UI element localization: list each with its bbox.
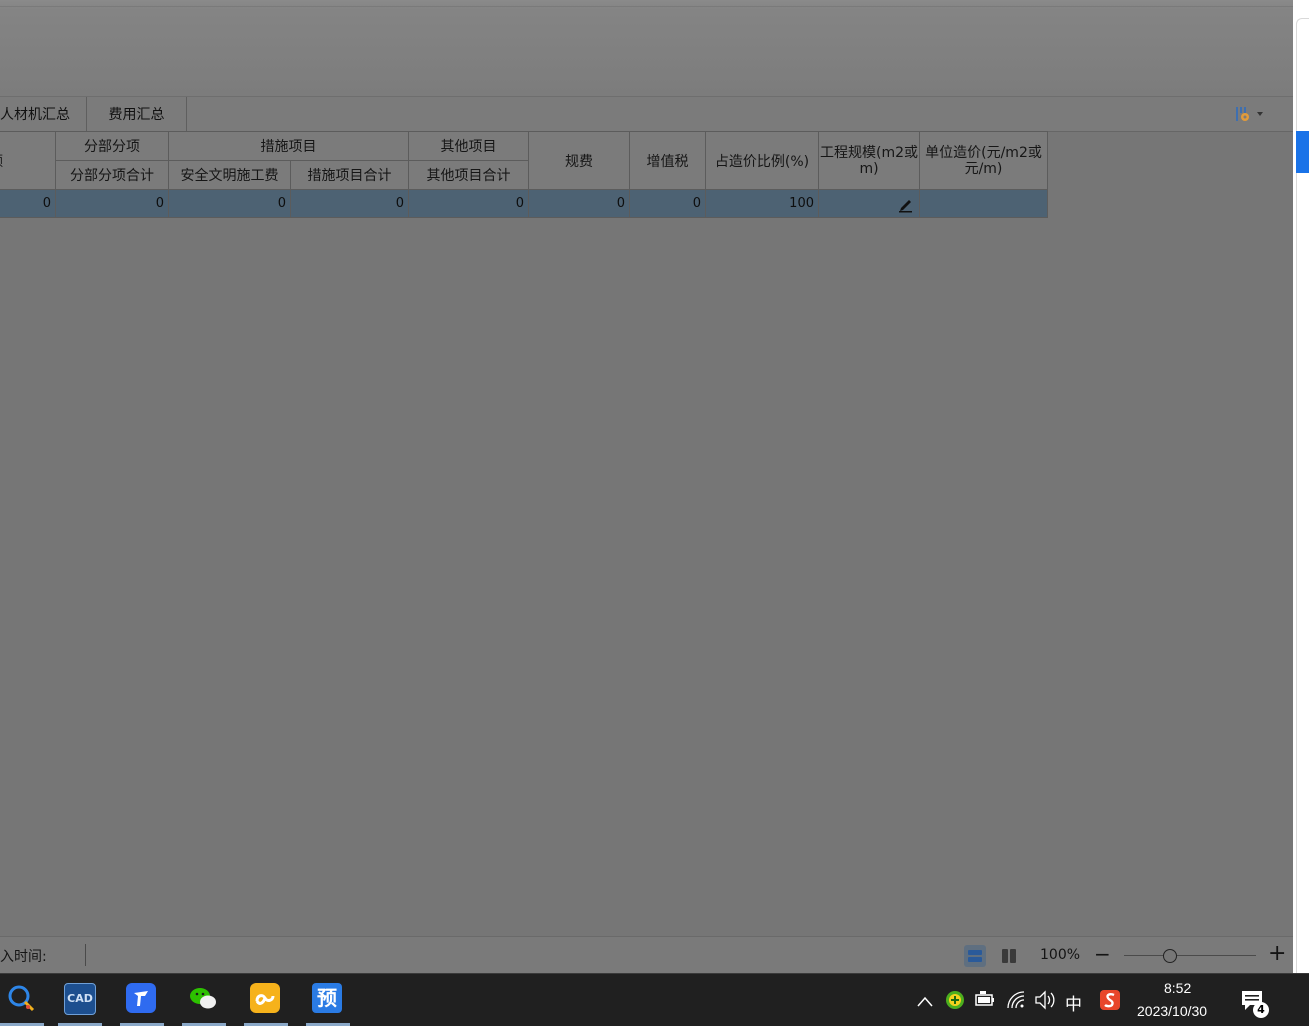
wechat-icon — [190, 988, 216, 1009]
clock-time[interactable]: 8:52 — [1164, 980, 1191, 996]
cell-safety-fee[interactable]: 0 — [168, 189, 291, 218]
yusuan-app-icon: 预 — [312, 983, 342, 1013]
header-unit-cost: 单位造价(元/m2或元/m) — [919, 131, 1048, 190]
cell-vat[interactable]: 0 — [629, 189, 706, 218]
cell-fenbu-total[interactable]: 0 — [55, 189, 169, 218]
header-amount: 额 — [0, 131, 56, 190]
list-view-icon[interactable] — [964, 945, 986, 967]
header-group-fenbu: 分部分项 — [55, 131, 169, 161]
summary-table: 额 分部分项 措施项目 其他项目 规费 增值税 占造价比例(%) 工程规模(m2… — [0, 131, 1048, 218]
tab-rencaiji-summary[interactable]: 人材机汇总 — [0, 97, 87, 131]
cad-app-icon: CAD — [64, 983, 96, 1015]
zoom-out-button[interactable]: − — [1094, 944, 1111, 964]
clock-date[interactable]: 2023/10/30 — [1137, 1003, 1207, 1019]
ribbon-toolbar — [0, 0, 1293, 97]
cell-qita-total[interactable]: 0 — [408, 189, 529, 218]
taskbar-yusuan-app[interactable]: 预 — [306, 974, 350, 1026]
tab-fee-summary[interactable]: 费用汇总 — [87, 97, 187, 131]
sogou-input-icon[interactable] — [1098, 974, 1122, 1026]
table-row[interactable]: 0 0 0 0 0 0 0 100 — [0, 189, 1048, 218]
status-bar: 入时间: 100% − + — [0, 936, 1293, 974]
zoom-in-button[interactable]: + — [1268, 943, 1286, 965]
chevron-up-icon[interactable] — [916, 974, 934, 1026]
column-view-icon[interactable] — [998, 945, 1020, 967]
wifi-icon[interactable] — [1004, 974, 1028, 1026]
accent-tab[interactable] — [1296, 131, 1309, 173]
zoom-slider-thumb[interactable] — [1163, 949, 1177, 963]
zoom-slider-track[interactable] — [1124, 955, 1256, 956]
security-plus-icon[interactable] — [944, 974, 966, 1026]
cell-unit-cost[interactable] — [919, 189, 1048, 218]
ime-indicator[interactable]: 中 — [1065, 990, 1082, 1015]
search-app-icon — [8, 985, 35, 1012]
notification-count-badge: 4 — [1253, 1002, 1269, 1018]
taskbar-cad-app[interactable]: CAD — [58, 974, 102, 1026]
cloud-drive-icon — [250, 983, 280, 1013]
header-group-qita: 其他项目 — [408, 131, 529, 161]
header-cost-ratio: 占造价比例(%) — [705, 131, 819, 190]
import-time-label: 入时间: — [0, 949, 47, 965]
cell-guifei[interactable]: 0 — [528, 189, 630, 218]
taskbar: CAD 预 中 8:52 2023/10/30 4 — [0, 973, 1309, 1026]
bottom-tab-bar: 人材机汇总 费用汇总 — [0, 97, 1293, 132]
header-group-cuoshi: 措施项目 — [168, 131, 409, 161]
cell-project-scale[interactable] — [818, 189, 920, 218]
header-fenbu-total: 分部分项合计 — [55, 160, 169, 190]
volume-icon[interactable] — [1034, 974, 1056, 1026]
header-vat: 增值税 — [629, 131, 706, 190]
cell-cuoshi-total[interactable]: 0 — [290, 189, 409, 218]
tab-label: 费用汇总 — [108, 107, 165, 123]
status-divider — [85, 944, 86, 966]
zoom-level: 100% — [1040, 947, 1081, 963]
app-window: 人材机汇总 费用汇总 额 分部分项 措施项目 其他项目 规费 增值税 占造价比例… — [0, 0, 1293, 974]
taskbar-search-app[interactable] — [0, 974, 44, 1026]
tab-label: 人材机汇总 — [0, 107, 70, 123]
header-project-scale: 工程规模(m2或m) — [818, 131, 920, 190]
feishu-app-icon — [126, 983, 156, 1013]
cell-amount[interactable]: 0 — [0, 189, 56, 218]
edit-pencil-icon[interactable] — [896, 195, 916, 213]
cell-cost-ratio[interactable]: 100 — [705, 189, 819, 218]
taskbar-baidu-netdisk-app[interactable] — [244, 974, 288, 1026]
adjacent-window-edge — [1293, 0, 1309, 985]
column-settings-icon[interactable] — [1234, 104, 1268, 124]
header-safety-fee: 安全文明施工费 — [168, 160, 291, 190]
header-cuoshi-total: 措施项目合计 — [290, 160, 409, 190]
toolbar-divider — [0, 6, 1293, 7]
header-guifei: 规费 — [528, 131, 630, 190]
battery-icon[interactable] — [974, 974, 996, 1026]
taskbar-wechat-app[interactable] — [182, 974, 226, 1026]
header-qita-total: 其他项目合计 — [408, 160, 529, 190]
taskbar-feishu-app[interactable] — [120, 974, 164, 1026]
